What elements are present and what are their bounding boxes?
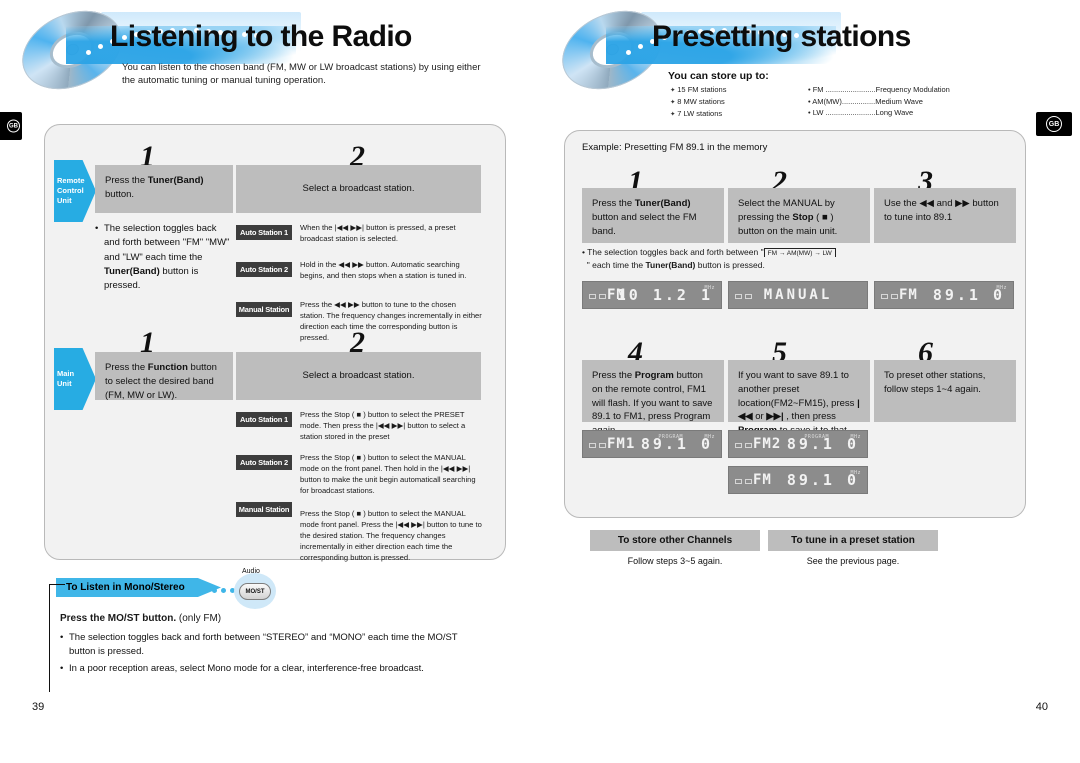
footer-box-1-title: To tune in a preset station <box>768 530 938 551</box>
remote-tab-line2: Control <box>57 185 84 195</box>
preset-step-3-box: Use the ◀◀ and ▶▶ button to tune into 89… <box>874 188 1016 243</box>
remote-row-1-pill: Auto Station 2 <box>236 262 292 277</box>
gb-region-badge-label: GB <box>1046 116 1062 132</box>
band-item-0: FM ........................Frequency Mod… <box>808 84 950 96</box>
mono-dots-icon <box>212 588 235 593</box>
main-row-2-text: Press the Stop ( ■ ) button to select th… <box>300 509 482 562</box>
remote-row-2-text: Press the ◀◀ ▶▶ button to tune to the ch… <box>300 300 482 342</box>
manual-spread: Listening to the Radio You can listen to… <box>0 0 1080 763</box>
left-page-banner: Listening to the Radio You can listen to… <box>6 0 526 105</box>
main-tab-line1: Main <box>57 368 75 378</box>
lcd-3-band: FM1 <box>607 436 636 452</box>
page-title: Listening to the Radio <box>110 20 412 53</box>
example-line: Example: Presetting FM 89.1 in the memor… <box>582 142 768 153</box>
right-page-number: 40 <box>1035 701 1048 713</box>
remote-step-1-note: The selection toggles back and forth bet… <box>95 222 233 293</box>
lcd-1-band: MANUAL <box>763 287 833 303</box>
main-row-1-pill: Auto Station 2 <box>236 455 292 470</box>
preset-step-2-box: Select the MANUAL by pressing the Stop (… <box>728 188 870 243</box>
main-row-0-text: Press the Stop ( ■ ) button to select th… <box>300 410 466 441</box>
preset-step-6-box: To preset other stations, follow steps 1… <box>874 360 1016 422</box>
main-tab-line2: Unit <box>57 379 72 388</box>
store-item-1: 8 MW stations <box>670 96 726 108</box>
lcd-3-freq: 89.1 0 <box>640 435 713 453</box>
left-page-number: 39 <box>32 701 45 713</box>
preset-toggle-note: • The selection toggles back and forth b… <box>582 246 1002 272</box>
remote-step-2-box: Select a broadcast station. <box>236 165 481 213</box>
remote-row-2-pill: Manual Station <box>236 302 292 317</box>
preset-step-5-box: If you want to save 89.1 to another pres… <box>728 360 870 450</box>
lcd-0-freq: 10 1.2 1 <box>616 286 713 304</box>
lcd-display-2: MHz FM 89.1 0 <box>874 281 1014 309</box>
store-capacity-title: You can store up to: <box>668 70 769 82</box>
main-row-1-text: Press the Stop ( ■ ) button to select th… <box>300 453 476 495</box>
remote-row-0-text: When the |◀◀ ▶▶| button is pressed, a pr… <box>300 223 456 243</box>
mono-heading: Press the MO/ST button. (only FM) <box>60 613 221 624</box>
preset-step-1-box: Press the Tuner(Band) button and select … <box>582 188 724 243</box>
left-page: Listening to the Radio You can listen to… <box>0 0 540 763</box>
lcd-display-3: PROGRAM MHz FM1 89.1 0 <box>582 430 722 458</box>
main-step-2-box: Select a broadcast station. <box>236 352 481 400</box>
mono-stereo-tab: To Listen in Mono/Stereo <box>56 578 221 597</box>
main-step-1-box: Press the Function button to select the … <box>95 352 233 401</box>
store-item-0: 15 FM stations <box>670 84 726 96</box>
footer-box-0-note: Follow steps 3~5 again. <box>627 556 723 566</box>
lcd-display-0: MHz FM 10 1.2 1 <box>582 281 722 309</box>
footer-box-0-title: To store other Channels <box>590 530 760 551</box>
lcd-display-1: MANUAL <box>728 281 868 309</box>
main-row-0-pill: Auto Station 1 <box>236 412 292 427</box>
edge-region-tab: GB <box>0 112 22 140</box>
remote-row-1-text: Hold in the ◀◀ ▶▶ button. Automatic sear… <box>300 260 467 280</box>
lcd-4-freq: 89.1 0 <box>786 435 859 453</box>
page-subtitle: You can listen to the chosen band (FM, M… <box>122 62 481 86</box>
right-page-title: Presetting stations <box>652 20 911 53</box>
lcd-2-freq: 89.1 0 <box>932 286 1005 304</box>
edge-region-tab-label: GB <box>7 119 20 133</box>
mono-heading-bold: Press the MO/ST button. <box>60 613 177 624</box>
preset-step-4-box: Press the Program button on the remote c… <box>582 360 724 436</box>
main-row-2-pill: Manual Station <box>236 502 292 517</box>
mo-st-button-group-label: Audio <box>242 568 260 575</box>
mo-st-button[interactable]: MO/ST <box>239 583 271 600</box>
footer-box-1-note: See the previous page. <box>806 556 900 566</box>
mono-heading-rest: (only FM) <box>176 613 222 624</box>
mono-bullets: The selection toggles back and forth bet… <box>60 631 460 676</box>
store-capacity-list: 15 FM stations 8 MW stations 7 LW statio… <box>670 84 726 120</box>
mono-bullet-0: The selection toggles back and forth bet… <box>60 631 460 660</box>
store-item-2: 7 LW stations <box>670 108 726 120</box>
band-flow-diagram: FM → AM(MW) → LW <box>763 248 836 258</box>
lcd-5-band: FM <box>753 472 772 488</box>
lcd-4-band: FM2 <box>753 436 782 452</box>
lcd-2-band: FM <box>899 287 918 303</box>
mono-bullet-1: In a poor reception areas, select Mono m… <box>60 662 460 677</box>
lcd-display-4: PROGRAM MHz FM2 89.1 0 <box>728 430 868 458</box>
lcd-5-freq: 89.1 0 <box>786 471 859 489</box>
remote-step-1-box: Press the Tuner(Band) button. <box>95 165 233 213</box>
right-page-banner: Presetting stations <box>546 0 1066 105</box>
right-page: Presetting stations You can store up to:… <box>540 0 1080 763</box>
lcd-display-5: MHz FM 89.1 0 <box>728 466 868 494</box>
band-item-2: LW ........................Long Wave <box>808 107 950 119</box>
band-item-1: AM(MW)................Medium Wave <box>808 96 950 108</box>
remote-row-0-pill: Auto Station 1 <box>236 225 292 240</box>
band-abbreviation-list: FM ........................Frequency Mod… <box>808 84 950 119</box>
gb-region-badge: GB <box>1036 112 1072 136</box>
